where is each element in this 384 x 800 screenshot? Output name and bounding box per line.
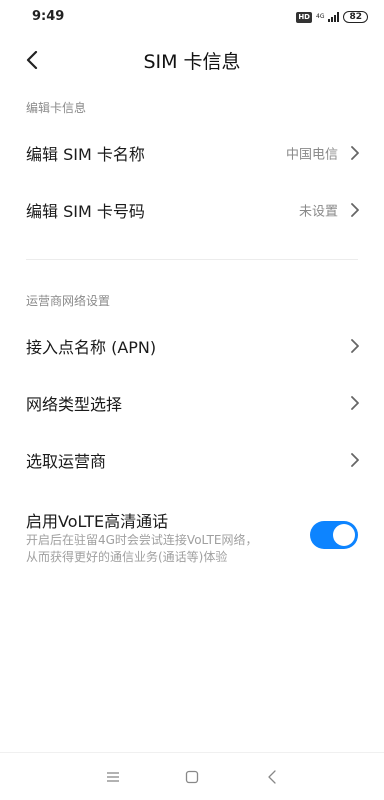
battery-icon: 82 bbox=[343, 11, 368, 23]
row-label: 网络类型选择 bbox=[26, 395, 123, 414]
chevron-right-icon bbox=[351, 203, 359, 217]
chevron-right-icon bbox=[351, 396, 359, 410]
sim-info-screen: 9:49 HD 4G 82 SIM 卡信息 编辑卡信息 编辑 SIM 卡名称 中… bbox=[0, 0, 384, 800]
section-title-carrier: 运营商网络设置 bbox=[26, 294, 111, 308]
row-label: 接入点名称 (APN) bbox=[26, 338, 157, 357]
section-title-edit: 编辑卡信息 bbox=[26, 101, 87, 115]
toggle-knob bbox=[333, 524, 355, 546]
network-type-label: 4G bbox=[316, 13, 325, 20]
row-label: 选取运营商 bbox=[26, 452, 107, 471]
volte-toggle[interactable] bbox=[310, 521, 358, 549]
back-triangle-icon bbox=[268, 770, 276, 784]
apn-row[interactable]: 接入点名称 (APN) bbox=[0, 318, 384, 374]
status-icons: HD 4G 82 bbox=[296, 9, 368, 25]
chevron-right-icon bbox=[351, 453, 359, 467]
volte-description-line2: 从而获得更好的通信业务(通话等)体验 bbox=[26, 550, 228, 564]
home-square-icon bbox=[185, 770, 199, 784]
home-button[interactable] bbox=[182, 767, 202, 787]
section-divider bbox=[26, 259, 358, 260]
row-value: 中国电信 bbox=[285, 147, 338, 163]
menu-icon bbox=[107, 772, 119, 782]
hd-badge: HD bbox=[296, 11, 312, 23]
signal-icon bbox=[328, 12, 340, 22]
page-title: SIM 卡信息 bbox=[143, 51, 241, 73]
row-label: 编辑 SIM 卡名称 bbox=[26, 145, 145, 164]
battery-level: 82 bbox=[349, 12, 362, 22]
header: SIM 卡信息 bbox=[0, 40, 384, 80]
network-type-row[interactable]: 网络类型选择 bbox=[0, 375, 384, 431]
edit-sim-name-row[interactable]: 编辑 SIM 卡名称 中国电信 bbox=[0, 125, 384, 181]
network-type: 4G bbox=[316, 14, 324, 20]
row-label: 编辑 SIM 卡号码 bbox=[26, 202, 145, 221]
row-value: 未设置 bbox=[298, 204, 338, 220]
chevron-right-icon bbox=[351, 146, 359, 160]
menu-button[interactable] bbox=[103, 767, 123, 787]
status-time: 9:49 bbox=[32, 9, 65, 24]
navigation-bar bbox=[0, 752, 384, 800]
volte-title: 启用VoLTE高清通话 bbox=[26, 512, 169, 531]
status-bar: 9:49 HD 4G 82 bbox=[0, 0, 384, 34]
volte-row: 启用VoLTE高清通话 开启后在驻留4G时会尝试连接VoLTE网络， 从而获得更… bbox=[0, 500, 384, 570]
nav-back-button[interactable] bbox=[262, 767, 282, 787]
edit-sim-number-row[interactable]: 编辑 SIM 卡号码 未设置 bbox=[0, 182, 384, 238]
volte-description: 开启后在驻留4G时会尝试连接VoLTE网络， 从而获得更好的通信业务(通话等)体… bbox=[26, 532, 306, 566]
volte-description-line1: 开启后在驻留4G时会尝试连接VoLTE网络， bbox=[26, 533, 258, 547]
chevron-right-icon bbox=[351, 339, 359, 353]
select-carrier-row[interactable]: 选取运营商 bbox=[0, 432, 384, 488]
